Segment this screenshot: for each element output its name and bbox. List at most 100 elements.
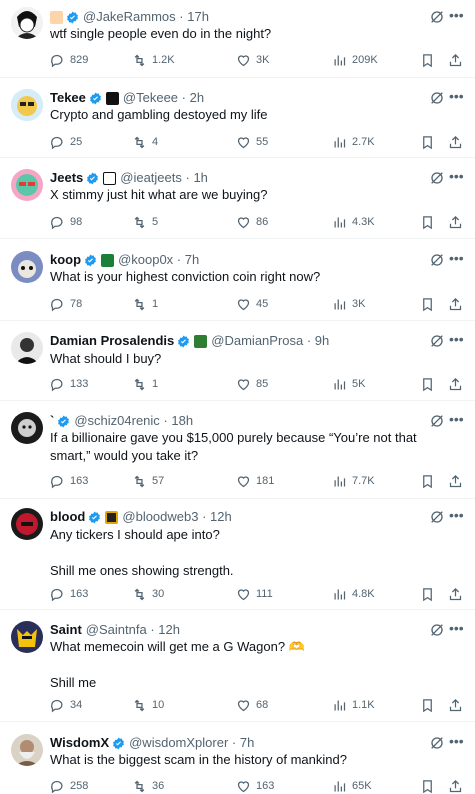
more-icon[interactable]: ••• — [449, 89, 464, 106]
bookmark-button[interactable] — [420, 376, 435, 392]
post-time[interactable]: 2h — [190, 90, 204, 106]
grok-icon[interactable] — [429, 413, 445, 429]
post-handle[interactable]: @ieatjeets — [120, 170, 182, 186]
post-author-name[interactable]: WisdomX — [50, 735, 109, 751]
grok-icon[interactable] — [429, 333, 445, 349]
reply-button[interactable]: 829 — [50, 52, 88, 68]
reply-button[interactable]: 34 — [50, 697, 82, 713]
views-button[interactable]: 5K — [332, 376, 365, 392]
reply-button[interactable]: 78 — [50, 296, 82, 312]
avatar[interactable] — [11, 508, 43, 540]
repost-button[interactable]: 30 — [132, 586, 164, 602]
repost-button[interactable]: 57 — [132, 473, 164, 489]
bookmark-button[interactable] — [420, 296, 435, 312]
avatar[interactable] — [11, 7, 43, 39]
grok-icon[interactable] — [429, 622, 445, 638]
more-icon[interactable]: ••• — [449, 508, 464, 525]
bookmark-button[interactable] — [420, 134, 435, 150]
post-author-name[interactable]: blood — [50, 509, 85, 525]
post-author-name[interactable]: Jeets — [50, 170, 83, 186]
share-button[interactable] — [448, 134, 463, 150]
views-button[interactable]: 4.3K — [332, 214, 375, 230]
more-icon[interactable]: ••• — [449, 332, 464, 349]
grok-icon[interactable] — [429, 90, 445, 106]
reply-button[interactable]: 163 — [50, 473, 88, 489]
views-button[interactable]: 65K — [332, 778, 372, 794]
post-time[interactable]: 7h — [240, 735, 254, 751]
more-icon[interactable]: ••• — [449, 251, 464, 268]
share-button[interactable] — [448, 697, 463, 713]
more-icon[interactable]: ••• — [449, 734, 464, 751]
share-button[interactable] — [448, 473, 463, 489]
more-icon[interactable]: ••• — [449, 8, 464, 25]
views-button[interactable]: 209K — [332, 52, 378, 68]
post[interactable]: ` @schiz04renic · 18h ••• If a billionai… — [0, 401, 475, 499]
like-button[interactable]: 3K — [236, 52, 269, 68]
post-author-name[interactable]: Damian Prosalendis — [50, 333, 174, 349]
post[interactable]: WisdomX @wisdomXplorer · 7h ••• What is … — [0, 722, 475, 793]
bookmark-button[interactable] — [420, 473, 435, 489]
avatar[interactable] — [11, 412, 43, 444]
like-button[interactable]: 86 — [236, 214, 268, 230]
post-time[interactable]: 18h — [171, 413, 193, 429]
post[interactable]: blood @bloodweb3 · 12h ••• Any tickers I… — [0, 499, 475, 610]
views-button[interactable]: 3K — [332, 296, 365, 312]
bookmark-button[interactable] — [420, 214, 435, 230]
avatar[interactable] — [11, 332, 43, 364]
share-button[interactable] — [448, 376, 463, 392]
post-time[interactable]: 12h — [158, 622, 180, 638]
views-button[interactable]: 4.8K — [332, 586, 375, 602]
post-time[interactable]: 9h — [315, 333, 329, 349]
avatar[interactable] — [11, 621, 43, 653]
grok-icon[interactable] — [429, 252, 445, 268]
reply-button[interactable]: 98 — [50, 214, 82, 230]
bookmark-button[interactable] — [420, 697, 435, 713]
views-button[interactable]: 1.1K — [332, 697, 375, 713]
like-button[interactable]: 55 — [236, 134, 268, 150]
share-button[interactable] — [448, 52, 463, 68]
post[interactable]: Damian Prosalendis @DamianProsa · 9h •••… — [0, 321, 475, 401]
repost-button[interactable]: 5 — [132, 214, 158, 230]
grok-icon[interactable] — [429, 735, 445, 751]
views-button[interactable]: 7.7K — [332, 473, 375, 489]
like-button[interactable]: 85 — [236, 376, 268, 392]
post-author-name[interactable]: Saint — [50, 622, 82, 638]
post-author-name[interactable]: ` — [50, 413, 54, 429]
views-button[interactable]: 2.7K — [332, 134, 375, 150]
post-handle[interactable]: @bloodweb3 — [122, 509, 198, 525]
reply-button[interactable]: 133 — [50, 376, 88, 392]
reply-button[interactable]: 163 — [50, 586, 88, 602]
repost-button[interactable]: 1 — [132, 376, 158, 392]
post-time[interactable]: 1h — [193, 170, 207, 186]
post-time[interactable]: 12h — [210, 509, 232, 525]
share-button[interactable] — [448, 586, 463, 602]
post[interactable]: Saint @Saintnfa · 12h ••• What memecoin … — [0, 610, 475, 722]
repost-button[interactable]: 1 — [132, 296, 158, 312]
repost-button[interactable]: 1.2K — [132, 52, 175, 68]
post-handle[interactable]: @Tekeee — [123, 90, 178, 106]
like-button[interactable]: 181 — [236, 473, 274, 489]
share-button[interactable] — [448, 778, 463, 794]
post-handle[interactable]: @JakeRammos — [83, 9, 176, 25]
grok-icon[interactable] — [429, 9, 445, 25]
share-button[interactable] — [448, 296, 463, 312]
post[interactable]: Jeets @ieatjeets · 1h ••• X stimmy just … — [0, 158, 475, 239]
like-button[interactable]: 163 — [236, 778, 274, 794]
like-button[interactable]: 68 — [236, 697, 268, 713]
reply-button[interactable]: 25 — [50, 134, 82, 150]
grok-icon[interactable] — [429, 170, 445, 186]
post[interactable]: Tekee @Tekeee · 2h ••• Crypto and gambli… — [0, 78, 475, 158]
more-icon[interactable]: ••• — [449, 621, 464, 638]
post-handle[interactable]: @wisdomXplorer — [129, 735, 228, 751]
more-icon[interactable]: ••• — [449, 412, 464, 429]
bookmark-button[interactable] — [420, 586, 435, 602]
repost-button[interactable]: 36 — [132, 778, 164, 794]
like-button[interactable]: 111 — [236, 586, 273, 602]
avatar[interactable] — [11, 734, 43, 766]
like-button[interactable]: 45 — [236, 296, 268, 312]
reply-button[interactable]: 258 — [50, 778, 88, 794]
avatar[interactable] — [11, 89, 43, 121]
post-time[interactable]: 7h — [185, 252, 199, 268]
post-author-name[interactable]: Tekee — [50, 90, 86, 106]
post[interactable]: koop @koop0x · 7h ••• What is your highe… — [0, 239, 475, 321]
